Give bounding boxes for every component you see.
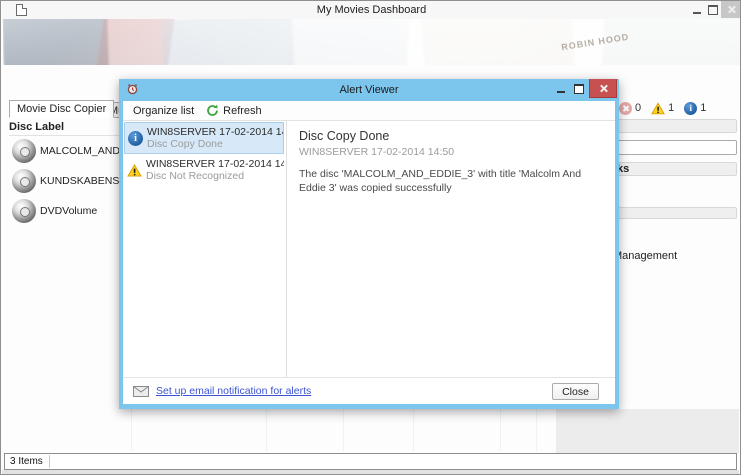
alert-detail-message: The disc 'MALCOLM_AND_EDDIE_3' with titl… bbox=[299, 168, 582, 195]
refresh-button[interactable]: Refresh bbox=[200, 102, 268, 120]
warning-counter[interactable]: 1 bbox=[651, 101, 675, 115]
minimize-button[interactable] bbox=[690, 1, 704, 18]
dialog-body: Organize list Refresh WIN8SERVER 17-02-2… bbox=[123, 101, 615, 404]
disc-icon bbox=[12, 139, 36, 163]
email-icon bbox=[133, 385, 149, 397]
alert-detail-pane: Disc Copy Done WIN8SERVER 17-02-2014 14:… bbox=[289, 121, 615, 377]
dialog-close-action-button[interactable]: Close bbox=[552, 383, 599, 400]
alert-subject: Disc Copy Done bbox=[147, 138, 223, 150]
info-count: 1 bbox=[700, 102, 707, 114]
dialog-maximize-button[interactable] bbox=[571, 79, 587, 98]
management-link-fragment[interactable]: Management bbox=[613, 250, 677, 262]
info-icon bbox=[128, 130, 143, 146]
disc-icon bbox=[12, 199, 36, 223]
dialog-minimize-button[interactable] bbox=[553, 79, 569, 98]
alert-viewer-dialog: Alert Viewer Organize list Refresh i WIN… bbox=[119, 79, 619, 409]
window-title: My Movies Dashboard bbox=[316, 4, 427, 16]
disc-label: MALCOLM_AND_EDDIE_3 bbox=[40, 145, 129, 157]
main-titlebar: My Movies Dashboard bbox=[2, 1, 740, 19]
close-button[interactable] bbox=[721, 1, 740, 18]
dialog-close-button[interactable] bbox=[589, 79, 617, 98]
alert-source: WIN8SERVER 17-02-2014 14:50 bbox=[147, 126, 283, 138]
refresh-icon bbox=[207, 104, 219, 116]
alert-subject: Disc Not Recognized bbox=[146, 170, 245, 182]
disc-list-item[interactable]: DVDVolume bbox=[9, 196, 129, 226]
error-count: 0 bbox=[635, 102, 642, 114]
tab-movie-disc-copier[interactable]: Movie Disc Copier bbox=[9, 100, 115, 118]
dialog-footer: Set up email notification for alerts Clo… bbox=[123, 377, 615, 404]
close-icon bbox=[599, 84, 608, 93]
warning-icon bbox=[127, 163, 142, 177]
items-count: 3 Items bbox=[10, 456, 43, 467]
info-counter[interactable]: 1 bbox=[684, 101, 707, 115]
status-bar: 3 Items bbox=[4, 453, 737, 470]
warning-icon bbox=[651, 101, 666, 114]
disc-label: KUNDSKABENSTRAE_DVD bbox=[40, 175, 129, 187]
alert-list: WIN8SERVER 17-02-2014 14:50 Disc Copy Do… bbox=[123, 121, 287, 377]
organize-list-button[interactable]: Organize list bbox=[127, 102, 200, 120]
banner-fade-overlay bbox=[3, 19, 740, 65]
alert-detail-source: WIN8SERVER 17-02-2014 14:50 bbox=[299, 146, 455, 158]
refresh-label: Refresh bbox=[223, 104, 262, 117]
disc-label: DVDVolume bbox=[40, 205, 98, 217]
main-window: My Movies Dashboard ROBIN HOOD Movie Dis… bbox=[0, 0, 741, 475]
alert-list-item[interactable]: WIN8SERVER 17-02-2014 14:50 Disc Not Rec… bbox=[124, 154, 284, 186]
disc-list-item[interactable]: KUNDSKABENSTRAE_DVD bbox=[9, 166, 129, 196]
email-notification-link[interactable]: Set up email notification for alerts bbox=[156, 385, 311, 397]
error-counter[interactable]: 0 bbox=[619, 101, 642, 115]
right-panel-lower-block bbox=[556, 409, 739, 453]
organize-list-label: Organize list bbox=[133, 104, 195, 117]
poster-banner: ROBIN HOOD bbox=[3, 19, 740, 65]
alert-status-counters[interactable]: 0 1 1 bbox=[613, 101, 733, 115]
disc-list-item[interactable]: MALCOLM_AND_EDDIE_3 bbox=[9, 136, 129, 166]
dialog-title: Alert Viewer bbox=[339, 84, 399, 96]
alert-source: WIN8SERVER 17-02-2014 14:50 bbox=[146, 158, 284, 170]
statusbar-separator bbox=[48, 455, 50, 468]
dialog-toolbar: Organize list Refresh bbox=[123, 101, 615, 121]
maximize-button[interactable] bbox=[706, 1, 720, 18]
alert-detail-title: Disc Copy Done bbox=[299, 129, 390, 143]
alert-list-item-selected[interactable]: WIN8SERVER 17-02-2014 14:50 Disc Copy Do… bbox=[124, 122, 284, 154]
disc-icon bbox=[12, 169, 36, 193]
window-bottom-edge bbox=[2, 470, 739, 474]
warning-count: 1 bbox=[668, 102, 675, 114]
dialog-titlebar[interactable]: Alert Viewer bbox=[123, 79, 617, 101]
info-icon bbox=[684, 101, 698, 115]
disc-label-column-header: Disc Label bbox=[9, 121, 129, 136]
error-icon bbox=[619, 101, 632, 115]
close-icon bbox=[727, 5, 736, 14]
